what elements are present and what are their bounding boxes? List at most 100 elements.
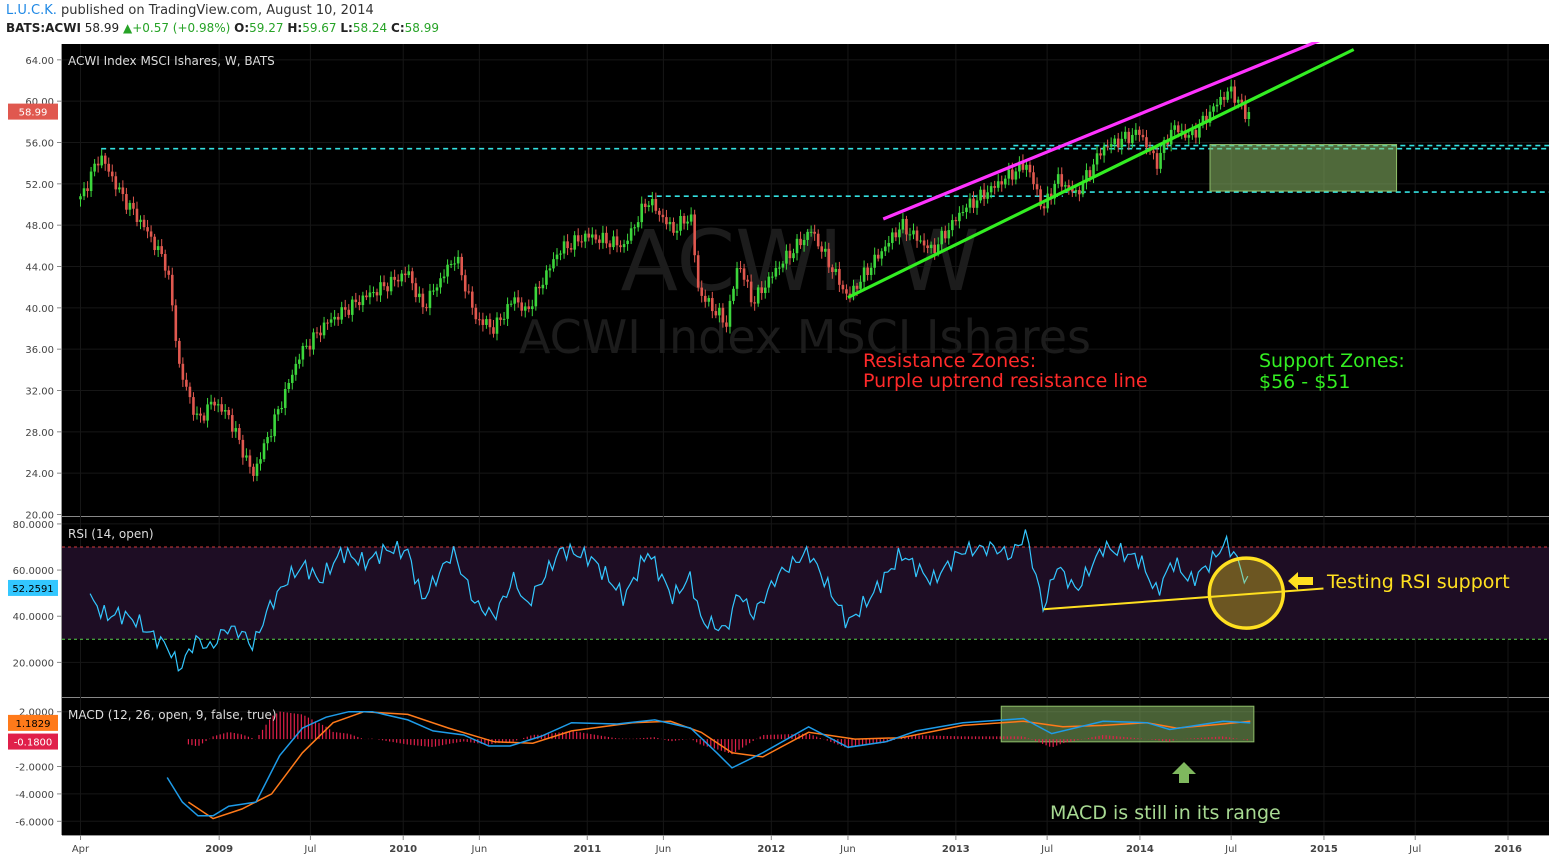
candle-body: [633, 227, 636, 229]
candle-body: [389, 276, 393, 292]
candle-body: [439, 278, 442, 288]
candle-body: [428, 290, 432, 308]
candle-body: [608, 243, 612, 248]
candle-body: [869, 267, 873, 276]
chart-canvas[interactable]: ACWI, W ACWI Index MSCI Ishares 64.0060.…: [0, 42, 1556, 867]
x-tick-label: 2011: [573, 844, 601, 855]
price-y-tick-label: 52.00: [25, 180, 54, 191]
candle-body: [216, 404, 220, 406]
candle-body: [552, 259, 555, 269]
price-y-tick-label: 28.00: [25, 428, 54, 439]
candle-body: [192, 397, 195, 415]
candle-body: [1106, 146, 1109, 148]
candle-body: [961, 212, 965, 214]
candle-body: [1145, 137, 1148, 148]
candle-body: [375, 292, 379, 296]
candle-body: [781, 263, 785, 268]
candle-body: [118, 187, 121, 190]
candle-body: [1226, 91, 1229, 100]
candle-body: [135, 208, 139, 222]
rsi-band-fill: [62, 547, 1549, 640]
candle-body: [488, 319, 492, 328]
candle-body: [591, 234, 594, 238]
candle-body: [410, 271, 414, 284]
candle-body: [569, 248, 573, 250]
candle-body: [326, 322, 329, 324]
candle-body: [1113, 138, 1116, 145]
candle-body: [756, 287, 760, 304]
candle-body: [1078, 190, 1081, 195]
candle-body: [862, 267, 866, 282]
candle-body: [1095, 153, 1099, 165]
candle-body: [1233, 86, 1237, 103]
high-value: 59.67: [302, 21, 337, 35]
macd-pane-title: MACD (12, 26, open, 9, false, true): [68, 708, 277, 722]
candle-body: [1215, 104, 1219, 107]
candle-body: [418, 293, 421, 298]
x-tick-label: 2016: [1494, 844, 1522, 855]
candle-body: [679, 215, 682, 231]
candle-body: [601, 232, 605, 243]
candle-body: [185, 379, 188, 387]
candle-body: [315, 332, 319, 334]
author-link[interactable]: L.U.C.K.: [6, 3, 57, 18]
candle-body: [530, 306, 534, 309]
candle-body: [167, 270, 171, 275]
symbol-label: BATS:ACWI: [6, 21, 81, 35]
candle-body: [725, 322, 728, 327]
candle-body: [245, 455, 248, 458]
candle-body: [887, 242, 891, 247]
candle-body: [721, 307, 725, 323]
candle-body: [732, 288, 735, 301]
candle-body: [901, 218, 905, 230]
candle-body: [1000, 181, 1004, 185]
candle-body: [622, 244, 626, 248]
candle-body: [103, 155, 107, 164]
candle-body: [866, 267, 869, 276]
candle-body: [287, 382, 291, 390]
candle-body: [707, 298, 711, 302]
rsi-y-tick-label: 60.0000: [13, 566, 54, 577]
candle-body: [156, 246, 160, 251]
candle-body: [1187, 135, 1191, 138]
candle-body: [1159, 152, 1162, 169]
candle-body: [386, 286, 389, 292]
annotation-macd: MACD is still in its range: [1050, 802, 1281, 824]
candle-body: [767, 276, 771, 288]
candle-body: [128, 202, 132, 210]
price-change: +0.57 (+0.98%): [132, 21, 231, 35]
candle-body: [774, 267, 778, 277]
candle-body: [280, 407, 283, 410]
candle-body: [749, 281, 753, 303]
candle-body: [640, 203, 644, 223]
candle-body: [820, 246, 824, 252]
candle-body: [788, 250, 792, 259]
candle-body: [728, 300, 732, 327]
open-label: O:: [234, 21, 250, 35]
candle-body: [873, 254, 876, 268]
candle-body: [1035, 184, 1039, 190]
candle-body: [209, 401, 213, 405]
candle-body: [372, 292, 375, 294]
x-tick-label: 2014: [1126, 844, 1154, 855]
candle-body: [481, 319, 485, 325]
candle-body: [580, 241, 584, 243]
candle-body: [435, 287, 439, 291]
candle-body: [358, 302, 361, 306]
candle-body: [905, 218, 908, 235]
candle-body: [919, 240, 922, 242]
candle-body: [548, 268, 552, 271]
candle-body: [1127, 131, 1131, 144]
candle-body: [259, 459, 262, 464]
price-y-tick-label: 56.00: [25, 139, 54, 150]
rsi-y-tick-label: 40.0000: [13, 612, 54, 623]
candle-body: [643, 203, 647, 208]
candle-body: [1025, 164, 1028, 170]
histogram-value-badge: -0.1800: [14, 738, 53, 749]
candle-body: [181, 363, 185, 380]
candle-body: [206, 404, 209, 421]
candle-body: [308, 345, 312, 350]
candle-body: [160, 246, 163, 255]
candle-body: [908, 234, 912, 236]
candle-body: [718, 307, 721, 316]
